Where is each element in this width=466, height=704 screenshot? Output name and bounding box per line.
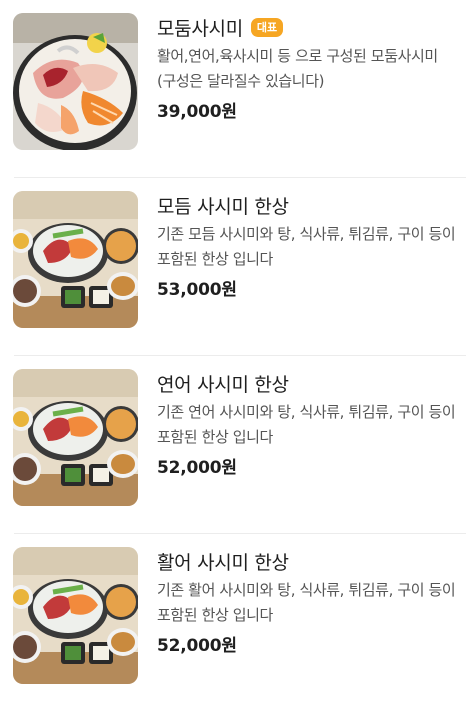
menu-item-name: 모둠사시미: [157, 17, 243, 40]
signature-badge: 대표: [250, 17, 284, 37]
menu-item-price: 52,000원: [157, 458, 237, 478]
menu-item[interactable]: 활어 사시미 한상 기존 활어 사시미와 탕, 식사류, 튀김류, 구이 등이 …: [0, 534, 466, 704]
menu-item-price: 53,000원: [157, 280, 237, 300]
menu-item-name-row: 모둠사시미 대표: [157, 13, 456, 41]
menu-item-photo: [13, 13, 138, 150]
menu-item-description: 기존 활어 사시미와 탕, 식사류, 튀김류, 구이 등이 포함된 한상 입니다: [157, 581, 456, 624]
menu-item-photo: [13, 547, 138, 684]
menu-item-info: 연어 사시미 한상 기존 연어 사시미와 탕, 식사류, 튀김류, 구이 등이 …: [157, 369, 456, 479]
menu-item-name: 모듬 사시미 한상: [157, 195, 289, 218]
menu-item-description: 기존 모듬 사시미와 탕, 식사류, 튀김류, 구이 등이 포함된 한상 입니다: [157, 225, 456, 268]
menu-item-photo: [13, 369, 138, 506]
menu-item[interactable]: 모둠사시미 대표 활어,연어,육사시미 등 으로 구성된 모둠사시미(구성은 달…: [0, 0, 466, 178]
menu-item-name: 활어 사시미 한상: [157, 551, 289, 574]
menu-item-description: 활어,연어,육사시미 등 으로 구성된 모둠사시미(구성은 달라질수 있습니다): [157, 47, 438, 90]
menu-item-name-row: 연어 사시미 한상: [157, 369, 456, 397]
menu-item-info: 활어 사시미 한상 기존 활어 사시미와 탕, 식사류, 튀김류, 구이 등이 …: [157, 547, 456, 657]
menu-item-name-row: 활어 사시미 한상: [157, 547, 456, 575]
menu-item[interactable]: 모듬 사시미 한상 기존 모듬 사시미와 탕, 식사류, 튀김류, 구이 등이 …: [0, 178, 466, 356]
menu-item-name: 연어 사시미 한상: [157, 373, 289, 396]
menu-item-price: 39,000원: [157, 102, 237, 122]
menu-item-info: 모둠사시미 대표 활어,연어,육사시미 등 으로 구성된 모둠사시미(구성은 달…: [157, 13, 456, 122]
menu-list: 모둠사시미 대표 활어,연어,육사시미 등 으로 구성된 모둠사시미(구성은 달…: [0, 0, 466, 704]
menu-item-photo: [13, 191, 138, 328]
menu-item[interactable]: 연어 사시미 한상 기존 연어 사시미와 탕, 식사류, 튀김류, 구이 등이 …: [0, 356, 466, 534]
menu-item-info: 모듬 사시미 한상 기존 모듬 사시미와 탕, 식사류, 튀김류, 구이 등이 …: [157, 191, 456, 301]
menu-item-price: 52,000원: [157, 636, 237, 656]
menu-item-name-row: 모듬 사시미 한상: [157, 191, 456, 219]
menu-item-description: 기존 연어 사시미와 탕, 식사류, 튀김류, 구이 등이 포함된 한상 입니다: [157, 403, 456, 446]
